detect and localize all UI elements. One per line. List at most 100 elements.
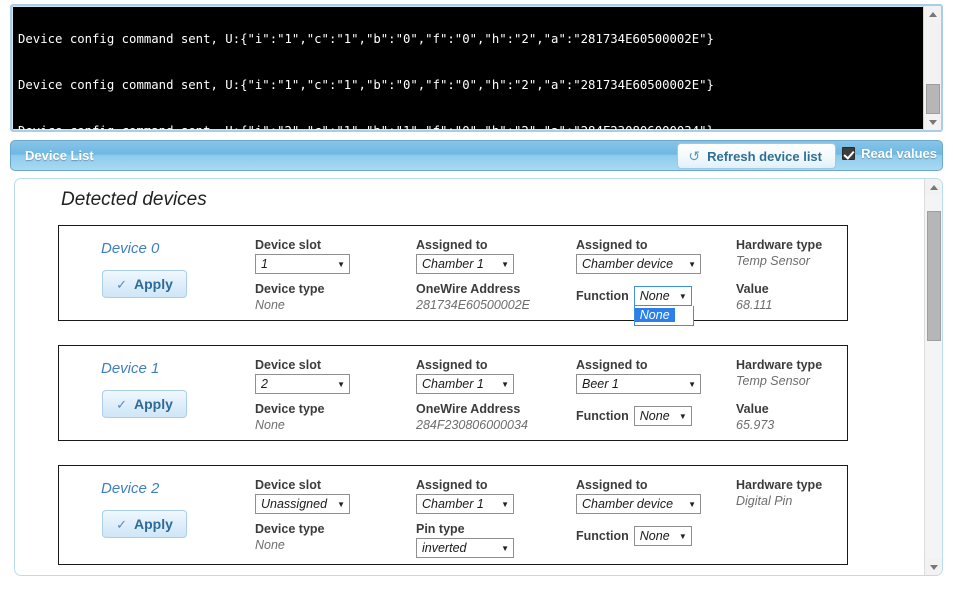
- apply-button[interactable]: ✓ Apply: [102, 270, 187, 298]
- assigned-to-label: Assigned to: [416, 238, 488, 252]
- content-scrollbar[interactable]: [924, 179, 942, 575]
- device-type-value: None: [255, 538, 285, 552]
- function-value: None: [639, 409, 670, 423]
- apply-button-label: Apply: [134, 516, 173, 532]
- hardware-type-field: Hardware type Digital Pin: [736, 478, 822, 508]
- assigned-to-device-field: Assigned to Chamber device ▼: [576, 478, 701, 514]
- value-field: Value 65.973: [736, 402, 774, 432]
- assigned-to-label: Assigned to: [416, 358, 488, 372]
- device-row: Device 1 ✓ Apply Device slot 2 ▼ Device …: [58, 345, 848, 441]
- console-log-line: Device config command sent, U:{"i":"1","…: [18, 78, 714, 93]
- onewire-address-field: OneWire Address 281734E60500002E: [416, 282, 530, 312]
- console-output-panel: Device config command sent, U:{"i":"1","…: [10, 4, 943, 132]
- assigned-to-label: Assigned to: [416, 478, 488, 492]
- chevron-down-icon: ▼: [337, 379, 345, 389]
- function-label: Function: [576, 289, 629, 303]
- chevron-down-icon: ▼: [501, 499, 509, 509]
- pin-type-select[interactable]: inverted ▼: [416, 538, 514, 558]
- device-row: Device 2 ✓ Apply Device slot Unassigned …: [58, 465, 848, 565]
- assigned-to-chamber-value: Chamber 1: [422, 377, 484, 391]
- read-values-checkbox-box[interactable]: [842, 147, 856, 160]
- device-type-value: None: [255, 298, 285, 312]
- apply-button-label: Apply: [134, 276, 173, 292]
- chevron-down-icon: ▼: [678, 291, 687, 301]
- chevron-down-icon: ▼: [501, 543, 509, 553]
- console-log-text: Device config command sent, U:{"i":"1","…: [12, 6, 917, 130]
- device-type-field: Device type None: [255, 522, 324, 552]
- pin-type-value: inverted: [422, 541, 467, 555]
- console-scrollbar[interactable]: [923, 6, 941, 130]
- value-label: Value: [736, 402, 769, 416]
- assigned-to-device-select[interactable]: Chamber device ▼: [576, 254, 701, 274]
- refresh-icon: ↺: [688, 148, 701, 164]
- device-slot-select[interactable]: Unassigned ▼: [255, 494, 350, 514]
- apply-button-label: Apply: [134, 396, 173, 412]
- chevron-down-icon: ▼: [688, 499, 696, 509]
- device-slot-label: Device slot: [255, 358, 322, 372]
- function-option-list[interactable]: None: [633, 306, 694, 326]
- function-field: Function None ▼ None: [576, 286, 694, 326]
- assigned-to-device-field: Assigned to Beer 1 ▼: [576, 358, 701, 394]
- scroll-down-arrow-icon[interactable]: [925, 559, 942, 575]
- value-reading: 68.111: [736, 298, 773, 312]
- detected-devices-panel: Detected devices Device 0 ✓ Apply Device…: [14, 178, 943, 576]
- device-slot-select[interactable]: 2 ▼: [255, 374, 350, 394]
- device-list-header-bar: Device List ↺ Refresh device list Read v…: [10, 140, 943, 171]
- value-reading: 65.973: [736, 418, 775, 432]
- pin-type-field: Pin type inverted ▼: [416, 522, 514, 558]
- assigned-to-device-value: Beer 1: [582, 377, 619, 391]
- scroll-down-arrow-icon[interactable]: [924, 114, 941, 130]
- device-name: Device 2: [101, 480, 160, 497]
- function-label: Function: [576, 529, 629, 543]
- assigned-to-chamber-field: Assigned to Chamber 1 ▼: [416, 358, 514, 394]
- read-values-checkbox[interactable]: Read values: [842, 146, 937, 161]
- device-type-label: Device type: [255, 522, 325, 536]
- read-values-label: Read values: [861, 146, 937, 161]
- assigned-to-chamber-value: Chamber 1: [422, 497, 484, 511]
- hardware-type-field: Hardware type Temp Sensor: [736, 238, 822, 268]
- refresh-device-list-button[interactable]: ↺ Refresh device list: [677, 143, 836, 169]
- function-select[interactable]: None ▼: [633, 526, 692, 546]
- device-slot-select[interactable]: 1 ▼: [255, 254, 350, 274]
- assigned-to-chamber-select[interactable]: Chamber 1 ▼: [416, 374, 514, 394]
- device-type-field: Device type None: [255, 402, 324, 432]
- content-scrollbar-thumb[interactable]: [927, 211, 941, 341]
- apply-button[interactable]: ✓ Apply: [102, 390, 187, 418]
- function-select[interactable]: None ▼: [633, 406, 692, 426]
- device-name: Device 1: [101, 360, 160, 377]
- device-slot-field: Device slot Unassigned ▼: [255, 478, 350, 514]
- apply-button[interactable]: ✓ Apply: [102, 510, 187, 538]
- device-slot-label: Device slot: [255, 478, 322, 492]
- check-icon: ✓: [116, 276, 127, 292]
- chevron-down-icon: ▼: [501, 259, 509, 269]
- function-value: None: [639, 289, 670, 303]
- assigned-to-chamber-select[interactable]: Chamber 1 ▼: [416, 254, 514, 274]
- hardware-type-label: Hardware type: [736, 358, 823, 372]
- function-select[interactable]: None ▼ None: [633, 286, 694, 326]
- pin-type-label: Pin type: [416, 522, 465, 536]
- scroll-up-arrow-icon[interactable]: [925, 179, 942, 195]
- assigned-to-device-select[interactable]: Chamber device ▼: [576, 494, 701, 514]
- check-icon: ✓: [116, 396, 127, 412]
- assigned-to-device-select[interactable]: Beer 1 ▼: [576, 374, 701, 394]
- assigned-to-chamber-field: Assigned to Chamber 1 ▼: [416, 478, 514, 514]
- assigned-to-chamber-select[interactable]: Chamber 1 ▼: [416, 494, 514, 514]
- chevron-down-icon: ▼: [337, 499, 345, 509]
- device-slot-field: Device slot 1 ▼: [255, 238, 350, 274]
- assigned-to-chamber-field: Assigned to Chamber 1 ▼: [416, 238, 514, 274]
- hardware-type-label: Hardware type: [736, 478, 823, 492]
- device-type-label: Device type: [255, 402, 325, 416]
- onewire-address-value: 284F230806000034: [416, 418, 528, 432]
- hardware-type-label: Hardware type: [736, 238, 823, 252]
- chevron-down-icon: ▼: [337, 259, 345, 269]
- function-field: Function None ▼: [576, 406, 692, 426]
- function-option[interactable]: None: [634, 308, 675, 322]
- console-log-line: Device config command sent, U:{"i":"1","…: [18, 31, 714, 46]
- assigned-to-label: Assigned to: [576, 358, 648, 372]
- scroll-up-arrow-icon[interactable]: [924, 6, 941, 22]
- device-list-title: Device List: [25, 148, 94, 163]
- device-type-field: Device type None: [255, 282, 324, 312]
- assigned-to-label: Assigned to: [576, 478, 648, 492]
- assigned-to-device-value: Chamber device: [582, 257, 674, 271]
- console-scrollbar-thumb[interactable]: [926, 84, 940, 114]
